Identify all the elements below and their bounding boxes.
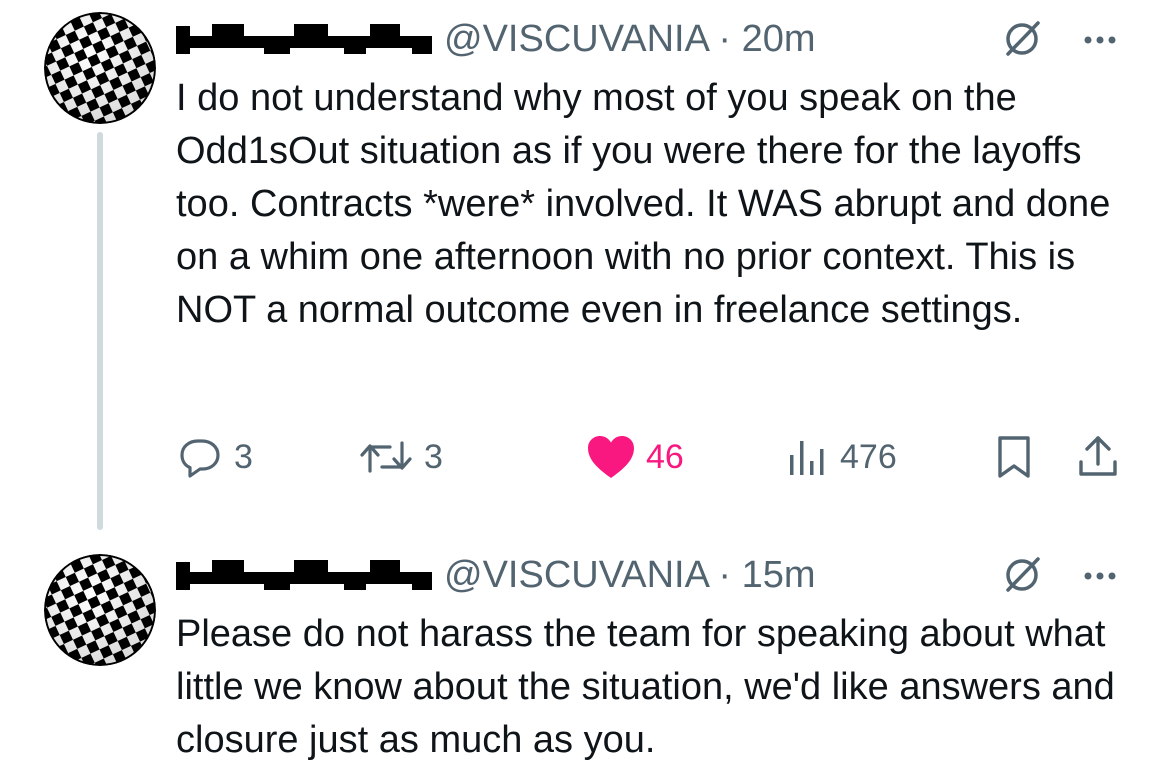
thread-connector-line xyxy=(97,132,103,530)
share-upload-icon xyxy=(1079,436,1117,476)
avatar[interactable] xyxy=(44,12,156,124)
tweet-actions: 3 3 46 476 xyxy=(176,432,1136,482)
views-bars-icon xyxy=(790,441,824,475)
tweet-text: I do not understand why most of you spea… xyxy=(176,77,1111,331)
repost-button[interactable]: 3 xyxy=(358,432,443,482)
tweet[interactable]: @VISCUVANIA · 15m Please do not harass t… xyxy=(0,530,1170,772)
tweet-header: @VISCUVANIA · 15m xyxy=(176,550,1146,600)
reply-button[interactable]: 3 xyxy=(176,432,253,482)
bookmark-icon xyxy=(998,436,1030,478)
repost-arrows-icon xyxy=(360,441,412,473)
timestamp[interactable]: 15m xyxy=(742,554,816,596)
like-count: 46 xyxy=(646,437,684,476)
share-button[interactable] xyxy=(1076,432,1120,482)
display-name-graphic[interactable] xyxy=(176,558,432,594)
like-button[interactable]: 46 xyxy=(586,432,684,482)
avatar[interactable] xyxy=(44,554,156,666)
views-count: 476 xyxy=(840,437,897,476)
tweet-header: @VISCUVANIA · 20m xyxy=(176,14,1146,64)
reply-bubble-icon xyxy=(180,439,220,478)
display-name-graphic[interactable] xyxy=(176,22,432,58)
user-handle[interactable]: @VISCUVANIA xyxy=(444,18,708,60)
tweet[interactable]: @VISCUVANIA · 20m I do not understand wh… xyxy=(0,0,1170,530)
more-options-icon[interactable] xyxy=(1080,20,1120,60)
separator-dot: · xyxy=(718,18,732,60)
more-options-icon[interactable] xyxy=(1080,556,1120,596)
reply-count: 3 xyxy=(234,437,253,476)
separator-dot: · xyxy=(718,554,732,596)
repost-count: 3 xyxy=(424,437,443,476)
checkered-ball-avatar-icon xyxy=(44,554,156,666)
grok-icon[interactable] xyxy=(1002,19,1042,59)
heart-icon xyxy=(588,436,634,478)
handle-time: @VISCUVANIA · 15m xyxy=(444,550,816,600)
grok-icon[interactable] xyxy=(1002,555,1042,595)
checkered-ball-avatar-icon xyxy=(44,12,156,124)
views-button[interactable]: 476 xyxy=(786,432,897,482)
bookmark-button[interactable] xyxy=(994,432,1034,482)
tweet-text: Please do not harass the team for speaki… xyxy=(176,613,1115,761)
timestamp[interactable]: 20m xyxy=(742,18,816,60)
handle-time: @VISCUVANIA · 20m xyxy=(444,14,816,64)
user-handle[interactable]: @VISCUVANIA xyxy=(444,554,708,596)
